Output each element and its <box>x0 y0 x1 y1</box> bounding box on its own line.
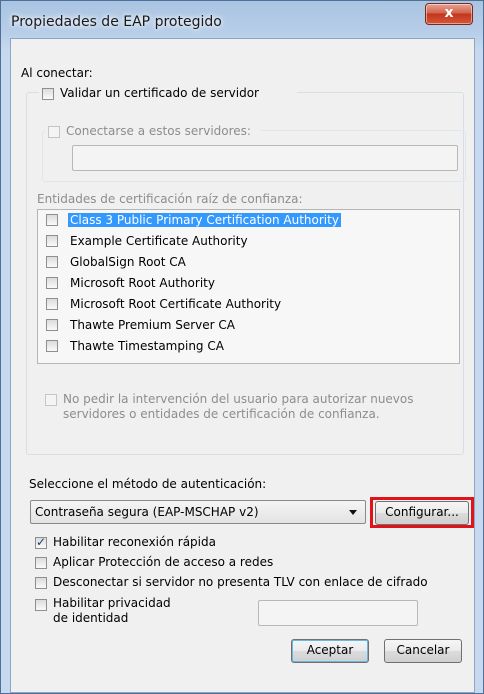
fast-reconnect-checkbox[interactable] <box>35 535 47 549</box>
ca-checkbox[interactable] <box>46 214 58 226</box>
identity-privacy-label-line2: de identidad <box>53 611 129 625</box>
ca-checkbox[interactable] <box>46 256 58 268</box>
identity-privacy-checkbox[interactable] <box>35 599 47 611</box>
ca-list-item[interactable]: Thawte Timestamping CA <box>38 337 338 356</box>
identity-privacy-label-line1: Habilitar privacidad <box>53 596 171 610</box>
auth-method-dropdown[interactable]: Contraseña segura (EAP-MSCHAP v2) <box>30 500 366 524</box>
no-prompt-label-line1: No pedir la intervención del usuario par… <box>63 392 414 406</box>
no-prompt-label-line2: servidores o entidades de certificación … <box>63 407 380 421</box>
ca-list-item[interactable]: Microsoft Root Authority <box>38 274 338 293</box>
ca-checkbox[interactable] <box>46 235 58 247</box>
connect-servers-checkbox <box>48 126 60 138</box>
ca-checkbox[interactable] <box>46 277 58 289</box>
auth-method-value: Contraseña segura (EAP-MSCHAP v2) <box>35 505 259 519</box>
disconnect-tlv-label: Desconectar si servidor no presenta TLV … <box>53 575 428 589</box>
root-ca-label: Entidades de certificación raíz de confi… <box>37 192 303 206</box>
ca-item-label: Class 3 Public Primary Certification Aut… <box>68 213 341 227</box>
ca-list-item[interactable]: Microsoft Root Certificate Authority <box>38 295 338 314</box>
dialog-client-area: Al conectar: Validar un certificado de s… <box>10 38 475 693</box>
close-button[interactable]: x <box>425 3 473 25</box>
ca-list-item[interactable]: Class 3 Public Primary Certification Aut… <box>38 211 341 230</box>
ca-checkbox[interactable] <box>46 340 58 352</box>
nap-label: Aplicar Protección de acceso a redes <box>53 555 274 569</box>
validate-cert-checkbox[interactable] <box>42 88 54 100</box>
window-title: Propiedades de EAP protegido <box>11 14 222 30</box>
connect-servers-row: Conectarse a estos servidores: <box>45 123 261 141</box>
fast-reconnect-label: Habilitar reconexión rápida <box>53 535 216 549</box>
ca-list-item[interactable]: GlobalSign Root CA <box>38 253 338 272</box>
ca-item-label: Microsoft Root Certificate Authority <box>70 297 282 311</box>
auth-method-heading: Seleccione el método de autenticación: <box>29 477 267 491</box>
connect-servers-label: Conectarse a estos servidores: <box>66 124 251 138</box>
nap-checkbox[interactable] <box>35 557 47 569</box>
ca-list-item[interactable]: Example Certificate Authority <box>38 232 338 251</box>
ca-item-label: GlobalSign Root CA <box>70 255 186 269</box>
servers-input <box>72 145 458 171</box>
configure-button[interactable]: Configurar... <box>375 501 469 525</box>
connect-heading: Al conectar: <box>21 66 93 80</box>
ca-checkbox[interactable] <box>46 298 58 310</box>
ca-item-label: Thawte Premium Server CA <box>70 318 235 332</box>
ca-list-item[interactable]: Thawte Premium Server CA <box>38 316 338 335</box>
disconnect-tlv-checkbox[interactable] <box>35 577 47 589</box>
ca-item-label: Thawte Timestamping CA <box>70 339 224 353</box>
chevron-down-icon <box>349 510 357 515</box>
validate-cert-row[interactable]: Validar un certificado de servidor <box>39 85 297 103</box>
cancel-button[interactable]: Cancelar <box>384 639 462 663</box>
ca-checkbox[interactable] <box>46 319 58 331</box>
root-ca-listbox[interactable]: Class 3 Public Primary Certification Aut… <box>37 209 460 364</box>
validate-cert-label: Validar un certificado de servidor <box>60 86 259 100</box>
ca-item-label: Microsoft Root Authority <box>70 276 215 290</box>
dialog-window: Propiedades de EAP protegido x Al conect… <box>0 0 484 694</box>
ca-item-label: Example Certificate Authority <box>70 234 248 248</box>
ok-button[interactable]: Aceptar <box>291 639 369 663</box>
identity-input <box>258 600 418 626</box>
no-prompt-checkbox <box>45 394 57 406</box>
